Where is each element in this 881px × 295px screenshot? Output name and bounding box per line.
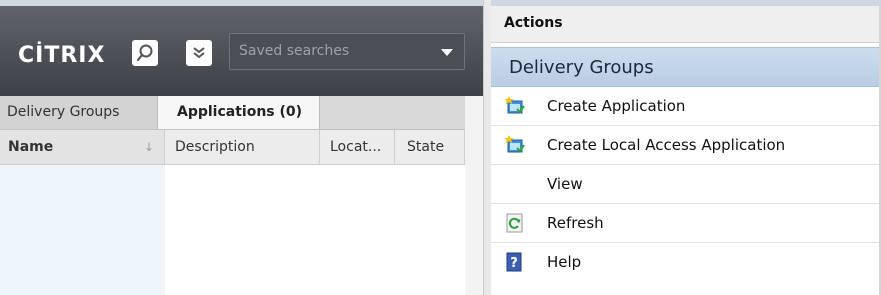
action-help[interactable]: ? Help <box>491 243 881 282</box>
saved-searches-placeholder: Saved searches <box>239 43 350 59</box>
action-create-local-access-application[interactable]: Create Local Access Application <box>491 126 881 165</box>
column-header-row: Name ↓ Description Locat... State <box>0 130 483 165</box>
left-pane-scroll-track <box>465 96 483 295</box>
actions-group-title: Delivery Groups <box>509 57 654 78</box>
actions-title-bar: Actions <box>491 6 881 43</box>
search-icon <box>136 44 153 62</box>
column-name-label: Name <box>8 139 54 155</box>
column-header-location[interactable]: Locat... <box>320 130 395 164</box>
refresh-icon <box>506 213 523 233</box>
tab-applications[interactable]: Applications (0) <box>158 96 320 129</box>
column-header-state[interactable]: State <box>395 130 465 164</box>
action-label: Create Local Access Application <box>547 136 786 154</box>
action-label: Refresh <box>547 214 604 232</box>
saved-searches-dropdown[interactable]: Saved searches <box>229 33 465 70</box>
create-local-access-application-icon <box>505 135 525 153</box>
tab-delivery-groups[interactable]: Delivery Groups <box>0 96 158 129</box>
svg-text:?: ? <box>510 256 518 271</box>
expand-search-button[interactable] <box>186 40 212 66</box>
action-view[interactable]: View <box>491 165 881 204</box>
column-header-name[interactable]: Name ↓ <box>0 130 165 164</box>
actions-pane: Actions Delivery Groups Create Applicati… <box>491 6 881 295</box>
pane-splitter[interactable] <box>483 0 491 295</box>
actions-title: Actions <box>504 15 563 31</box>
actions-group-header[interactable]: Delivery Groups <box>491 47 881 87</box>
sort-down-icon: ↓ <box>143 140 154 154</box>
tab-strip: Delivery Groups Applications (0) <box>0 96 483 130</box>
left-pane: CİTRIX Saved searches Delivery Groups Ap… <box>0 6 483 295</box>
action-label: Create Application <box>547 97 686 115</box>
name-column-area <box>0 165 165 295</box>
citrix-logo: CİTRIX <box>18 43 106 68</box>
action-label: Help <box>547 253 582 271</box>
create-application-icon <box>505 96 525 114</box>
brand-bar: CİTRIX Saved searches <box>0 6 483 96</box>
action-create-application[interactable]: Create Application <box>491 87 881 126</box>
column-header-description[interactable]: Description <box>165 130 320 164</box>
action-refresh[interactable]: Refresh <box>491 204 881 243</box>
search-button[interactable] <box>132 40 158 66</box>
double-chevron-down-icon <box>193 47 205 59</box>
help-icon: ? <box>506 252 522 272</box>
action-label: View <box>547 175 583 193</box>
dropdown-caret-icon <box>441 49 453 56</box>
